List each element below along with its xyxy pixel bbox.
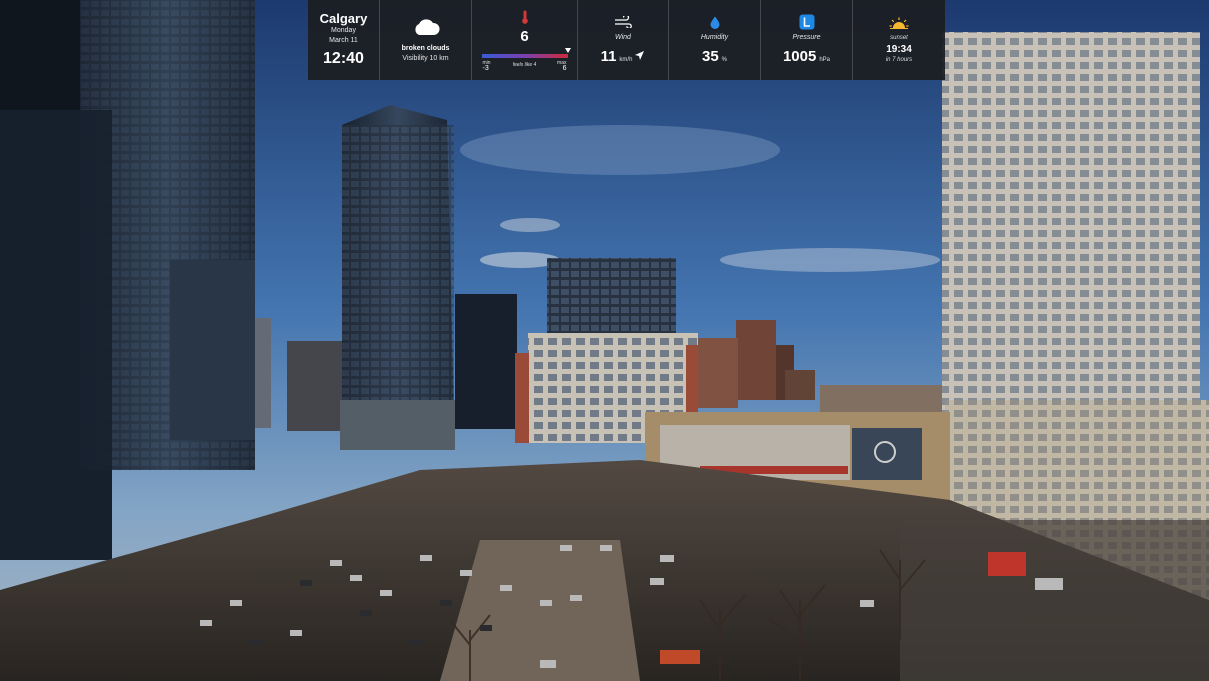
- temperature-range: min -3 feels like 4 max 6: [481, 48, 571, 72]
- humidity-cell: Humidity 35 %: [669, 0, 761, 80]
- sunset-label: sunset: [890, 34, 908, 41]
- sunset-cell: sunset 19:34 in 7 hours: [853, 0, 945, 80]
- weather-bar: Calgary Monday March 11 12:40 broken clo…: [308, 0, 945, 80]
- max-value: 6: [562, 65, 567, 72]
- temperature-value: 6: [520, 28, 529, 45]
- pressure-cell: Pressure 1005 hPa: [761, 0, 853, 80]
- pressure-value: 1005: [782, 48, 817, 65]
- sunset-time: 19:34: [886, 43, 912, 55]
- water-drop-icon: [710, 15, 720, 29]
- temperature-gradient-bar: [481, 54, 568, 58]
- direction-arrow-icon: [635, 51, 645, 60]
- clock-time: 12:40: [323, 49, 364, 67]
- sunset-countdown: in 7 hours: [885, 56, 913, 63]
- wind-value: 11: [600, 48, 617, 65]
- pressure-label: Pressure: [792, 34, 821, 41]
- temperature-cell: 6 min -3 feels like 4 max 6: [472, 0, 578, 80]
- humidity-value: 35: [701, 48, 719, 65]
- pressure-icon: [799, 14, 815, 30]
- condition-cell: broken clouds Visibility 10 km: [380, 0, 472, 80]
- date: March 11: [329, 36, 358, 44]
- humidity-unit: %: [721, 57, 728, 63]
- cloud-icon: [414, 19, 440, 35]
- feels-like: feels like 4: [512, 62, 537, 68]
- wind-icon: [614, 15, 632, 29]
- wind-label: Wind: [615, 34, 631, 41]
- condition-text: broken clouds: [401, 45, 450, 52]
- wind-unit: km/h: [619, 57, 633, 63]
- pressure-unit: hPa: [819, 57, 831, 63]
- sunset-icon: [889, 16, 909, 30]
- background-photo: [0, 0, 1209, 681]
- current-temperature-marker: [564, 48, 571, 53]
- wind-cell: Wind 11 km/h: [578, 0, 669, 80]
- thermometer-icon: [521, 10, 529, 24]
- location-cell: Calgary Monday March 11 12:40: [308, 0, 380, 80]
- city-name: Calgary: [319, 10, 368, 26]
- humidity-label: Humidity: [700, 34, 729, 41]
- day-name: Monday: [331, 26, 356, 34]
- visibility-text: Visibility 10 km: [402, 55, 449, 62]
